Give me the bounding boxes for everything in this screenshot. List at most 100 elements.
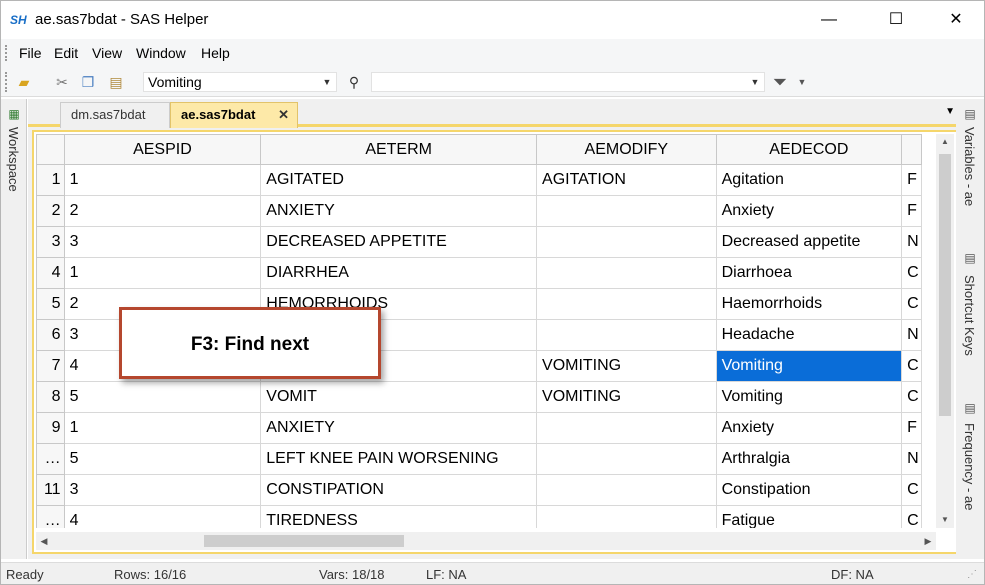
- table-cell[interactable]: F: [901, 164, 922, 196]
- variables-tab[interactable]: Variables - ae: [962, 127, 977, 206]
- frequency-tab[interactable]: Frequency - ae: [962, 423, 977, 510]
- close-button[interactable]: ✕: [933, 7, 979, 33]
- tab-dm[interactable]: dm.sas7bdat: [60, 102, 170, 128]
- table-cell[interactable]: VOMITING: [536, 350, 717, 382]
- row-number[interactable]: …: [36, 443, 65, 475]
- shortcut-keys-tab[interactable]: Shortcut Keys: [962, 275, 977, 356]
- table-cell[interactable]: 1: [63, 257, 262, 289]
- table-cell[interactable]: F: [901, 195, 922, 227]
- binoculars-icon[interactable]: ⚲: [343, 71, 365, 93]
- table-cell[interactable]: DECREASED APPETITE: [260, 226, 538, 258]
- copy-icon[interactable]: ❐: [77, 71, 99, 93]
- paste-icon[interactable]: ▤: [105, 71, 127, 93]
- table-cell[interactable]: CONSTIPATION: [260, 474, 538, 506]
- column-header[interactable]: AESPID: [63, 134, 262, 165]
- tab-close-icon[interactable]: ✕: [278, 103, 289, 127]
- menu-window[interactable]: Window: [136, 45, 186, 61]
- toolbar-overflow-icon[interactable]: ▼: [795, 71, 809, 93]
- tab-ae[interactable]: ae.sas7bdat ✕: [170, 102, 298, 128]
- table-row[interactable]: 8 5 VOMIT VOMITING Vomiting C: [36, 381, 922, 413]
- row-number[interactable]: …: [36, 505, 65, 528]
- table-cell[interactable]: 4: [63, 505, 262, 528]
- table-cell[interactable]: C: [901, 505, 922, 528]
- scroll-left-icon[interactable]: ◀: [36, 532, 52, 550]
- table-cell[interactable]: [536, 257, 717, 289]
- scroll-right-icon[interactable]: ▶: [920, 532, 936, 550]
- row-number[interactable]: 7: [36, 350, 65, 382]
- menu-help[interactable]: Help: [201, 45, 230, 61]
- table-cell[interactable]: [536, 474, 717, 506]
- table-cell[interactable]: Agitation: [715, 164, 903, 196]
- row-number[interactable]: 3: [36, 226, 65, 258]
- row-number[interactable]: 11: [36, 474, 65, 506]
- table-cell[interactable]: [536, 505, 717, 528]
- table-cell[interactable]: [536, 319, 717, 351]
- table-cell[interactable]: ANXIETY: [260, 195, 538, 227]
- table-cell[interactable]: 1: [63, 412, 262, 444]
- minimize-button[interactable]: —: [806, 7, 852, 33]
- table-cell[interactable]: Arthralgia: [715, 443, 903, 475]
- table-cell[interactable]: Constipation: [715, 474, 903, 506]
- row-number[interactable]: 2: [36, 195, 65, 227]
- table-cell[interactable]: C: [901, 474, 922, 506]
- row-number[interactable]: 9: [36, 412, 65, 444]
- table-cell[interactable]: C: [901, 288, 922, 320]
- table-cell[interactable]: VOMIT: [260, 381, 538, 413]
- table-cell[interactable]: 5: [63, 443, 262, 475]
- table-cell[interactable]: AGITATED: [260, 164, 538, 196]
- table-cell[interactable]: Anxiety: [715, 195, 903, 227]
- table-cell[interactable]: Decreased appetite: [715, 226, 903, 258]
- table-cell[interactable]: N: [901, 226, 922, 258]
- menu-view[interactable]: View: [92, 45, 122, 61]
- table-cell[interactable]: Vomiting: [715, 381, 903, 413]
- table-cell[interactable]: Diarrhoea: [715, 257, 903, 289]
- search-combo[interactable]: Vomiting ▼: [143, 72, 337, 92]
- table-cell[interactable]: [536, 443, 717, 475]
- table-cell[interactable]: Fatigue: [715, 505, 903, 528]
- table-cell[interactable]: F: [901, 412, 922, 444]
- row-number[interactable]: 5: [36, 288, 65, 320]
- table-cell[interactable]: Headache: [715, 319, 903, 351]
- maximize-button[interactable]: ☐: [873, 7, 919, 33]
- resize-grip-icon[interactable]: ⋰: [967, 569, 977, 580]
- table-cell[interactable]: LEFT KNEE PAIN WORSENING: [260, 443, 538, 475]
- table-row[interactable]: 3 3 DECREASED APPETITE Decreased appetite N: [36, 226, 922, 258]
- table-cell[interactable]: VOMITING: [536, 381, 717, 413]
- row-number[interactable]: 8: [36, 381, 65, 413]
- table-cell[interactable]: ANXIETY: [260, 412, 538, 444]
- vertical-scrollbar[interactable]: ▲ ▼: [936, 134, 954, 528]
- table-cell[interactable]: Vomiting: [715, 350, 903, 382]
- vertical-scroll-thumb[interactable]: [939, 154, 951, 416]
- table-cell[interactable]: AGITATION: [536, 164, 717, 196]
- horizontal-scrollbar[interactable]: ◀ ▶: [36, 532, 936, 550]
- table-row[interactable]: … 5 LEFT KNEE PAIN WORSENING Arthralgia N: [36, 443, 922, 475]
- table-cell[interactable]: TIREDNESS: [260, 505, 538, 528]
- table-row[interactable]: 4 1 DIARRHEA Diarrhoea C: [36, 257, 922, 289]
- table-cell[interactable]: [536, 195, 717, 227]
- filter-icon[interactable]: ⏷: [769, 71, 791, 93]
- horizontal-scroll-thumb[interactable]: [204, 535, 404, 547]
- table-cell[interactable]: N: [901, 319, 922, 351]
- column-header[interactable]: [901, 134, 922, 165]
- table-cell[interactable]: Haemorrhoids: [715, 288, 903, 320]
- row-number[interactable]: 6: [36, 319, 65, 351]
- table-row[interactable]: 2 2 ANXIETY Anxiety F: [36, 195, 922, 227]
- filter-dropdown-icon[interactable]: ▼: [746, 73, 764, 91]
- table-cell[interactable]: 1: [63, 164, 262, 196]
- workspace-tab[interactable]: Workspace: [6, 127, 21, 192]
- table-cell[interactable]: Anxiety: [715, 412, 903, 444]
- table-row[interactable]: 9 1 ANXIETY Anxiety F: [36, 412, 922, 444]
- tab-list-dropdown-icon[interactable]: ▼: [945, 106, 955, 117]
- table-row[interactable]: 1 1 AGITATED AGITATION Agitation F: [36, 164, 922, 196]
- table-cell[interactable]: C: [901, 350, 922, 382]
- cut-icon[interactable]: ✂: [51, 71, 73, 93]
- table-cell[interactable]: C: [901, 257, 922, 289]
- table-cell[interactable]: [536, 288, 717, 320]
- table-cell[interactable]: 2: [63, 195, 262, 227]
- row-number[interactable]: 1: [36, 164, 65, 196]
- scroll-up-icon[interactable]: ▲: [936, 134, 954, 150]
- table-cell[interactable]: 3: [63, 474, 262, 506]
- column-header[interactable]: AEDECOD: [715, 134, 903, 165]
- filter-combo[interactable]: ▼: [371, 72, 765, 92]
- search-dropdown-icon[interactable]: ▼: [318, 73, 336, 91]
